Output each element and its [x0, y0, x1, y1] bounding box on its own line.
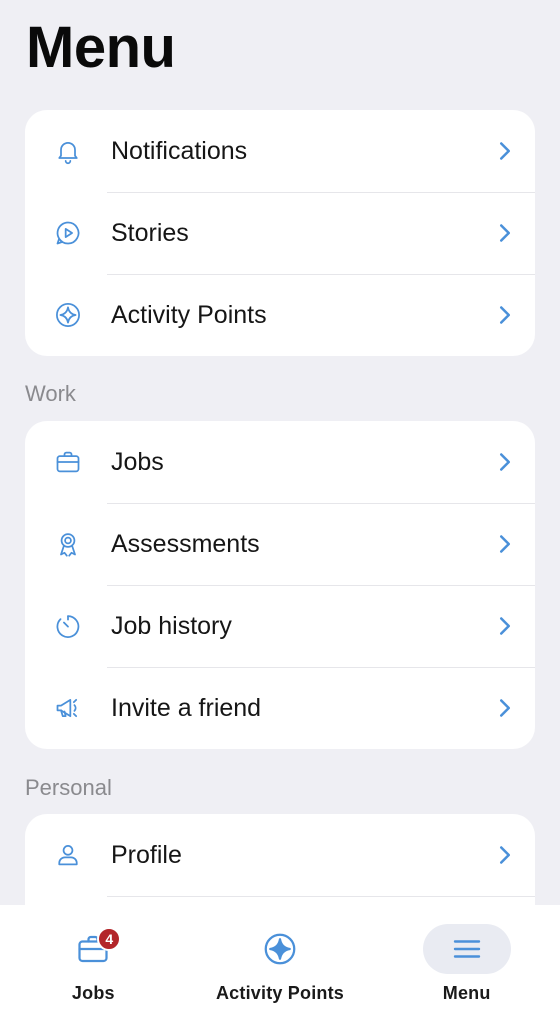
menu-item-label: Profile [111, 840, 182, 869]
tab-activity-points[interactable]: Activity Points [187, 905, 374, 1024]
menu-item-label: Jobs [111, 447, 164, 476]
chevron-right-icon [475, 845, 535, 865]
megaphone-icon [25, 667, 107, 749]
tab-label: Jobs [71, 983, 115, 1003]
tab-label: Activity Points [215, 983, 345, 1003]
play-bubble-icon [25, 192, 107, 274]
menu-item-assessments[interactable]: Assessments [25, 503, 535, 585]
person-icon [25, 814, 107, 896]
menu-item-label: Activity Points [111, 300, 267, 329]
menu-item-profile[interactable]: Profile [25, 814, 535, 896]
chevron-right-icon [475, 534, 535, 554]
section-label-personal: Personal [25, 775, 112, 800]
tab-menu[interactable]: Menu [373, 905, 560, 1024]
menu-screen: Menu Notifications Stories Activity Poin… [0, 0, 560, 1024]
menu-item-notifications[interactable]: Notifications [25, 110, 535, 192]
chevron-right-icon [475, 452, 535, 472]
work-menu-card: Jobs Assessments Job history Invite a fr… [25, 421, 535, 749]
menu-item-label: Assessments [111, 529, 260, 558]
menu-item-job-history[interactable]: Job history [25, 585, 535, 667]
timer-icon [25, 585, 107, 667]
bottom-tab-bar: 4 Jobs Activity Points Menu [0, 905, 560, 1024]
menu-item-label: Invite a friend [111, 693, 262, 722]
tab-icon-container: 4 [49, 924, 137, 974]
sparkle-circle-icon [25, 274, 107, 356]
award-ribbon-icon [25, 503, 107, 585]
menu-item-activity-points[interactable]: Activity Points [25, 274, 535, 356]
briefcase-icon [25, 421, 107, 503]
chevron-right-icon [475, 223, 535, 243]
chevron-right-icon [475, 698, 535, 718]
notification-badge: 4 [97, 927, 122, 951]
tab-jobs[interactable]: 4 Jobs [0, 905, 187, 1024]
sparkle-circle-icon [264, 933, 296, 965]
chevron-right-icon [475, 305, 535, 325]
menu-item-stories[interactable]: Stories [25, 192, 535, 274]
chevron-right-icon [475, 141, 535, 161]
bell-icon [25, 110, 107, 192]
hamburger-icon [453, 940, 480, 958]
menu-item-label: Stories [111, 218, 189, 247]
section-label-work: Work [25, 381, 76, 406]
chevron-right-icon [475, 616, 535, 636]
tab-icon-container-selected [422, 924, 511, 974]
menu-item-label: Job history [111, 611, 232, 640]
tab-label: Menu [442, 983, 491, 1003]
menu-item-label: Notifications [111, 136, 248, 165]
menu-item-invite-a-friend[interactable]: Invite a friend [25, 667, 535, 749]
tab-icon-container [236, 924, 324, 974]
top-menu-card: Notifications Stories Activity Points [25, 110, 535, 356]
menu-item-jobs[interactable]: Jobs [25, 421, 535, 503]
page-title: Menu [26, 15, 176, 80]
